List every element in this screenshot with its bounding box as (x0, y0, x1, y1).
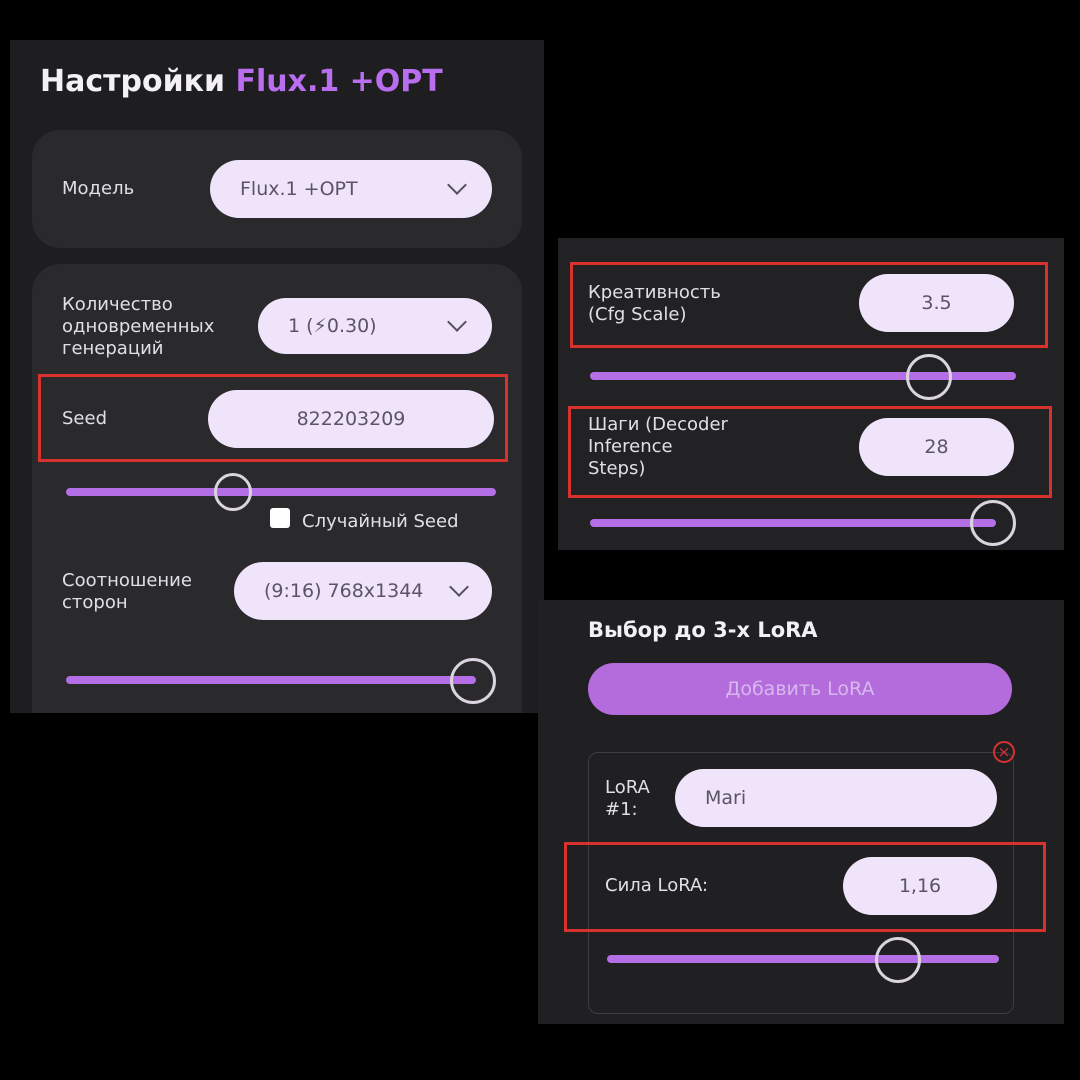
add-lora-label: Добавить LoRA (725, 678, 875, 700)
steps-slider[interactable] (590, 500, 1018, 546)
cfg-slider-track (590, 372, 1016, 380)
lora-strength-value: 1,16 (898, 875, 942, 897)
model-card: Модель Flux.1 +OPT (32, 130, 522, 248)
ratio-label: Соотношение сторон (62, 570, 192, 613)
steps-value: 28 (924, 436, 949, 458)
cfg-label: Креативность (Cfg Scale) (588, 282, 721, 325)
ratio-slider-knob[interactable] (450, 658, 496, 704)
lora-strength-input[interactable]: 1,16 (843, 857, 997, 915)
seed-value: 822203209 (296, 408, 406, 430)
title-prefix: Настройки (40, 64, 236, 99)
seed-slider[interactable] (66, 472, 496, 512)
steps-input[interactable]: 28 (859, 418, 1014, 476)
lora-strength-slider-knob[interactable] (875, 937, 921, 983)
seed-input[interactable]: 822203209 (208, 390, 494, 448)
lora-strength-slider-track (607, 955, 999, 963)
cfg-value: 3.5 (921, 292, 952, 314)
left-settings-panel: Настройки Flux.1 +OPT Модель Flux.1 +OPT… (10, 40, 544, 713)
lora-name-value: Mari (705, 787, 747, 809)
cfg-steps-panel: Креативность (Cfg Scale) 3.5 Шаги (Decod… (558, 238, 1064, 550)
ratio-slider-track (66, 676, 476, 684)
random-seed-label: Случайный Seed (302, 511, 459, 532)
lora-strength-slider[interactable] (607, 937, 999, 983)
count-label: Количество одновременных генераций (62, 294, 215, 359)
random-seed-checkbox[interactable] (270, 508, 290, 528)
cfg-slider-knob[interactable] (906, 354, 952, 400)
page-title: Настройки Flux.1 +OPT (40, 64, 443, 99)
seed-label: Seed (62, 408, 107, 429)
ratio-slider[interactable] (66, 658, 496, 704)
ratio-select[interactable]: (9:16) 768x1344 (234, 562, 492, 620)
lora-item-card: LoRA #1: Mari Сила LoRA: 1,16 (588, 752, 1014, 1014)
steps-slider-knob[interactable] (970, 500, 1016, 546)
model-label: Модель (62, 178, 135, 199)
count-select[interactable]: 1 (⚡0.30) (258, 298, 492, 354)
seed-slider-track (66, 488, 496, 496)
seed-slider-knob[interactable] (214, 473, 252, 511)
remove-lora-icon[interactable]: × (993, 741, 1015, 763)
lora-name-input[interactable]: Mari (675, 769, 997, 827)
generation-card: Количество одновременных генераций 1 (⚡0… (32, 264, 522, 713)
steps-slider-track (590, 519, 996, 527)
lora-heading: Выбор до 3-х LoRA (588, 618, 818, 642)
steps-label: Шаги (Decoder Inference Steps) (588, 414, 728, 479)
title-accent: Flux.1 +OPT (235, 64, 443, 99)
cfg-slider[interactable] (590, 354, 1018, 400)
add-lora-button[interactable]: Добавить LoRA (588, 663, 1012, 715)
lora-item-label: LoRA #1: (605, 777, 650, 820)
lora-panel: Выбор до 3-х LoRA Добавить LoRA LoRA #1:… (538, 600, 1064, 1024)
lora-strength-label: Сила LoRA: (605, 875, 709, 896)
model-select[interactable]: Flux.1 +OPT (210, 160, 492, 218)
cfg-input[interactable]: 3.5 (859, 274, 1014, 332)
